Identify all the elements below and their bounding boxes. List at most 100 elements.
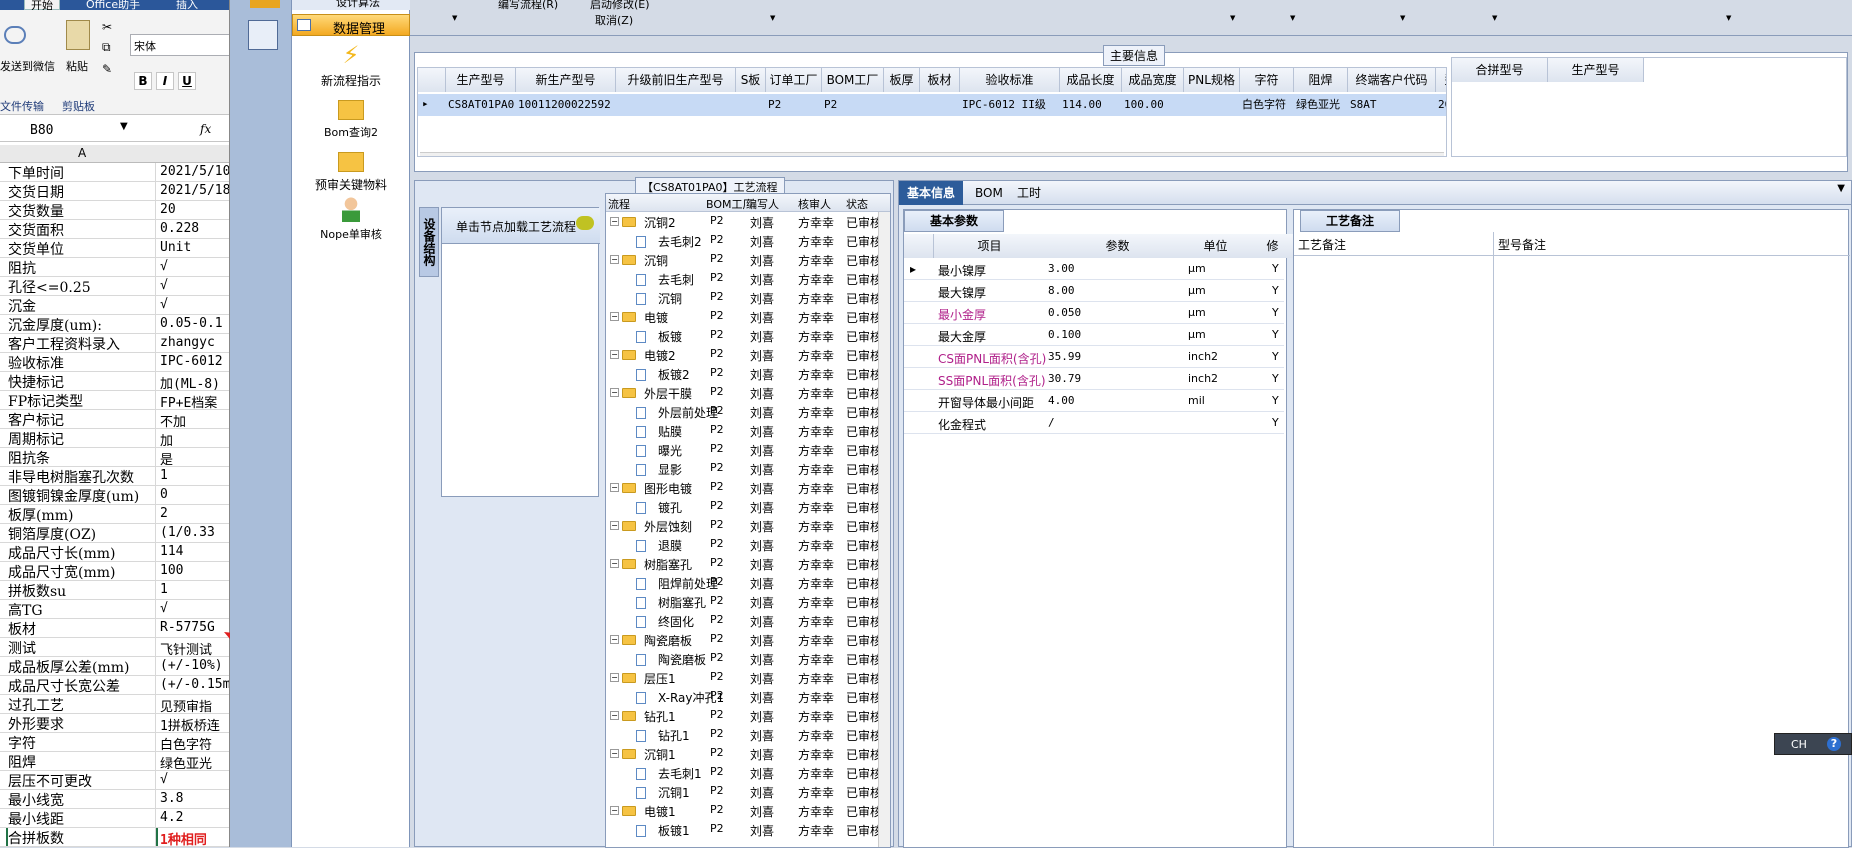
cell-a[interactable]: 成品尺寸长宽公差 xyxy=(8,676,156,694)
col-header[interactable]: 板厚 xyxy=(884,68,920,92)
process-tree-row[interactable]: 贴膜 P2 刘喜 方幸幸 已审核 xyxy=(606,421,890,440)
cell-b[interactable]: 0.228 xyxy=(160,221,229,236)
cell-b[interactable]: 加(ML-8) xyxy=(160,373,229,390)
param-row[interactable]: 最大金厚 0.100 μm Y xyxy=(904,324,1284,346)
sheet-row[interactable]: 成品尺寸长宽公差 (+/-0.15m xyxy=(0,676,229,695)
side-tab-structure[interactable]: 设备结构 xyxy=(419,207,439,277)
menu-start-modify[interactable]: 启动修改(E) xyxy=(590,0,650,12)
dropdown-arrow-icon[interactable]: ▼ xyxy=(1837,183,1845,194)
param-row[interactable]: 开窗导体最小间距 4.00 mil Y xyxy=(904,390,1284,412)
process-tree-row[interactable]: − 树脂塞孔 P2 刘喜 方幸幸 已审核 xyxy=(606,554,890,573)
dropdown-arrow-icon[interactable]: ▼ xyxy=(1726,14,1731,22)
nav-item-new-flow[interactable]: ⚡ 新流程指示 xyxy=(292,42,410,89)
cell-a[interactable]: 过孔工艺 xyxy=(8,695,156,713)
sheet-row[interactable]: 阻抗 √ xyxy=(0,258,229,277)
cell-b[interactable]: √ xyxy=(160,297,229,312)
sheet-row[interactable]: 交货数量 20 xyxy=(0,201,229,220)
process-tree-row[interactable]: 沉铜 P2 刘喜 方幸幸 已审核 xyxy=(606,288,890,307)
nav-top-icon[interactable] xyxy=(250,0,280,8)
basic-params-tab[interactable]: 基本参数 xyxy=(904,210,1004,232)
cell-a[interactable]: 成品板厚公差(mm) xyxy=(8,657,156,675)
sheet-row[interactable]: 图镀铜镍金厚度(um) 0 xyxy=(0,486,229,505)
info-cell[interactable]: CS8AT01PA0 xyxy=(448,95,516,115)
cell-b[interactable]: 1 xyxy=(160,468,229,483)
cell-a[interactable]: 层压不可更改 xyxy=(8,771,156,789)
param-value[interactable]: 4.00 xyxy=(1048,394,1075,407)
sheet-row[interactable]: 孔径<=0.25 √ xyxy=(0,277,229,296)
process-tree-row[interactable]: − 外层蚀刻 P2 刘喜 方幸幸 已审核 xyxy=(606,516,890,535)
cell-a[interactable]: 下单时间 xyxy=(8,163,156,181)
process-tree-row[interactable]: 板镀2 P2 刘喜 方幸幸 已审核 xyxy=(606,364,890,383)
process-tree-row[interactable]: X-Ray冲孔1 P2 刘喜 方幸幸 已审核 xyxy=(606,687,890,706)
cut-icon[interactable]: ✂ xyxy=(102,20,112,34)
sheet-row[interactable]: 交货单位 Unit xyxy=(0,239,229,258)
sheet-row[interactable]: 成品尺寸宽(mm) 100 xyxy=(0,562,229,581)
process-tree-row[interactable]: − 沉铜 P2 刘喜 方幸幸 已审核 xyxy=(606,250,890,269)
col-production-model[interactable]: 生产型号 xyxy=(1548,58,1644,82)
param-row[interactable]: 化金程式 / Y xyxy=(904,412,1284,434)
nav-item-prereview-material[interactable]: 预审关键物料 xyxy=(292,148,410,193)
sheet-row[interactable]: 交货日期 2021/5/18 xyxy=(0,182,229,201)
col-header[interactable]: BOM工厂 xyxy=(822,68,884,92)
cell-b[interactable]: 1 xyxy=(160,582,229,597)
cell-b[interactable]: 0 xyxy=(160,487,229,502)
col-header[interactable]: 升级前旧生产型号 xyxy=(616,68,736,92)
process-col-header[interactable]: 核审人 xyxy=(798,196,831,212)
cell-b[interactable]: 0.05-0.1 xyxy=(160,316,229,331)
sheet-row[interactable]: 铜箔厚度(OZ) (1/0.33 xyxy=(0,524,229,543)
cell-a[interactable]: 板厚(mm) xyxy=(8,505,156,523)
process-tree-row[interactable]: − 沉铜1 P2 刘喜 方幸幸 已审核 xyxy=(606,744,890,763)
info-cell[interactable]: P2 xyxy=(824,95,884,115)
sheet-row[interactable]: 验收标准 IPC-6012 xyxy=(0,353,229,372)
sheet-row[interactable]: 阻抗条是 xyxy=(0,448,229,467)
table-row[interactable]: ▸ CS8AT01PA0 10011200022592 P2 P2 IPC-6012 II… xyxy=(418,94,1446,116)
cell-a[interactable]: 交货单位 xyxy=(8,239,156,257)
dropdown-arrow-icon[interactable]: ▼ xyxy=(1492,14,1497,22)
cell-b[interactable]: 1拼板桥连 xyxy=(160,715,229,732)
cell-b[interactable]: 不加 xyxy=(160,411,229,428)
sheet-row[interactable]: 阻焊 绿色亚光 xyxy=(0,752,229,771)
process-tree-row[interactable]: 树脂塞孔 P2 刘喜 方幸幸 已审核 xyxy=(606,592,890,611)
send-wechat-button[interactable]: 发送到微信 xyxy=(0,58,55,74)
sheet-row[interactable]: 最小线距 4.2 xyxy=(0,809,229,828)
sheet-row[interactable]: 板厚(mm) 2 xyxy=(0,505,229,524)
cell-b[interactable]: Unit xyxy=(160,240,229,255)
cell-a[interactable]: 沉金厚度(um): xyxy=(8,315,156,333)
col-header[interactable]: 板材 xyxy=(920,68,960,92)
param-row[interactable]: 最小金厚 0.050 μm Y xyxy=(904,302,1284,324)
process-tree-row[interactable]: 显影 P2 刘喜 方幸幸 已审核 xyxy=(606,459,890,478)
param-row[interactable]: CS面PNL面积(含孔) 35.99 inch2 Y xyxy=(904,346,1284,368)
italic-button[interactable]: I xyxy=(156,72,174,90)
process-tree-row[interactable]: − 层压1 P2 刘喜 方幸幸 已审核 xyxy=(606,668,890,687)
info-cell[interactable]: 绿色亚光 xyxy=(1296,95,1348,115)
cell-b[interactable]: 1种相同 xyxy=(160,829,229,846)
process-tree-row[interactable]: 去毛刺 P2 刘喜 方幸幸 已审核 xyxy=(606,269,890,288)
sheet-row[interactable]: 层压不可更改 √ xyxy=(0,771,229,790)
tab-basic-info[interactable]: 基本信息 xyxy=(899,181,964,205)
param-row[interactable]: SS面PNL面积(含孔) 30.79 inch2 Y xyxy=(904,368,1284,390)
param-col-header[interactable]: 项目 xyxy=(934,234,1046,258)
name-box-dropdown-icon[interactable]: ▼ xyxy=(120,121,128,132)
cell-a[interactable]: FP标记类型 xyxy=(8,391,156,409)
col-header[interactable]: 阻焊 xyxy=(1294,68,1348,92)
dropdown-arrow-icon[interactable]: ▼ xyxy=(452,14,457,22)
info-cell[interactable] xyxy=(922,95,960,115)
process-tree-row[interactable]: 陶瓷磨板 P2 刘喜 方幸幸 已审核 xyxy=(606,649,890,668)
sheet-row[interactable]: 测试 飞针测试 xyxy=(0,638,229,657)
cell-a[interactable]: 铜箔厚度(OZ) xyxy=(8,524,156,542)
param-value[interactable]: 3.00 xyxy=(1048,262,1075,275)
process-tree-row[interactable]: 退膜 P2 刘喜 方幸幸 已审核 xyxy=(606,535,890,554)
sheet-row[interactable]: 周期标记加 xyxy=(0,429,229,448)
cell-a[interactable]: 阻抗 xyxy=(8,258,156,276)
process-col-header[interactable]: 状态 xyxy=(846,196,868,212)
cell-b[interactable]: √ xyxy=(160,601,229,616)
process-tree-row[interactable]: 板镀1 P2 刘喜 方幸幸 已审核 xyxy=(606,820,890,839)
cell-a[interactable]: 测试 xyxy=(8,638,156,656)
sheet-row[interactable]: 最小线宽 3.8 xyxy=(0,790,229,809)
col-header[interactable]: S板 xyxy=(736,68,766,92)
fx-icon[interactable]: fx xyxy=(200,122,211,136)
cell-b[interactable]: 3.8 xyxy=(160,791,229,806)
info-cell[interactable]: P2 xyxy=(768,95,822,115)
sheet-row[interactable]: 过孔工艺 见预审指 xyxy=(0,695,229,714)
cell-b[interactable]: 绿色亚光 xyxy=(160,753,229,770)
